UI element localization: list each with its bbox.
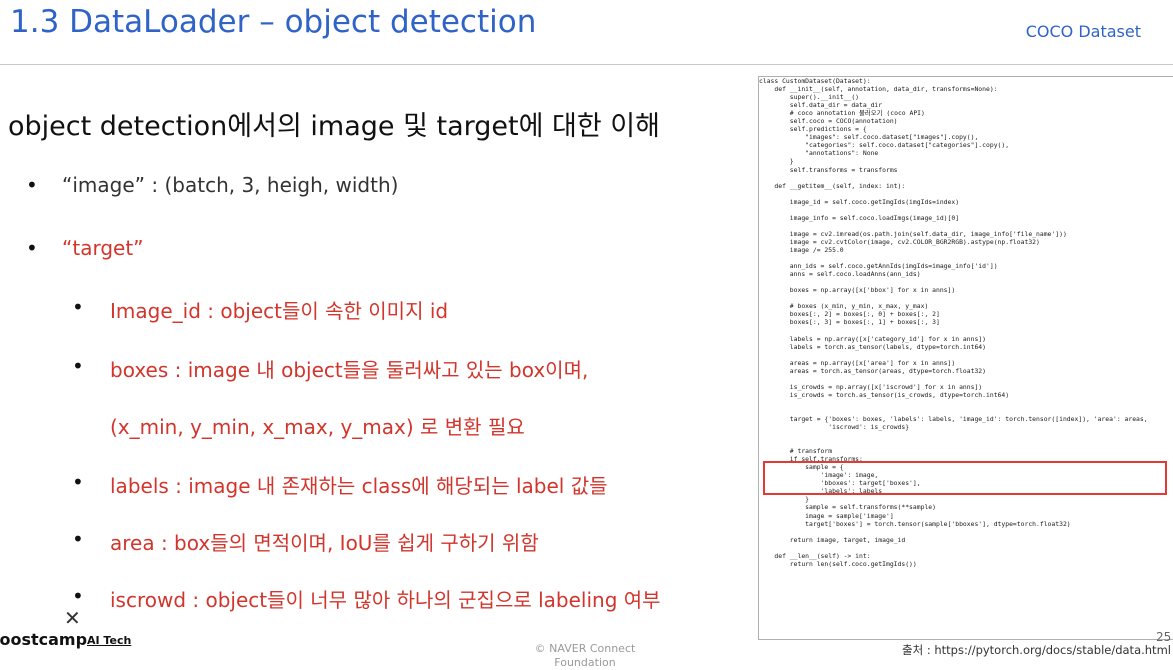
code-line: image_id = self.coco.getImgIds(imgIds=in… [759, 197, 960, 206]
section-heading: object detection에서의 image 및 target에 대한 이… [8, 111, 660, 142]
code-line: self.coco = COCO(annotation) [759, 117, 898, 126]
copyright-notice: © NAVER Connect Foundation [534, 642, 636, 669]
code-line: image = cv2.cvtColor(image, cv2.COLOR_BG… [759, 237, 1040, 246]
code-line: areas = torch.as_tensor(areas, dtype=tor… [759, 366, 987, 375]
code-line: return image, target, image_id [759, 535, 906, 544]
code-line: self.data_dir = data_dir [759, 101, 883, 110]
bullet-area: • area : box들의 면적이며, IoU를 쉽게 구하기 위함 [72, 527, 539, 556]
target-highlight-box [763, 461, 1167, 495]
bullet-dot: • [26, 173, 38, 197]
code-line: return len(self.coco.getImgIds()) [759, 559, 917, 568]
boostcamp-logo: boostcamp [0, 630, 88, 649]
page-number: 25 [1156, 630, 1172, 644]
code-line: target['boxes'] = torch.tensor(sample['b… [759, 519, 1071, 528]
code-line: is_crowds = torch.as_tensor(is_crowds, d… [759, 390, 1010, 399]
code-line: 'iscrowd': is_crowds} [759, 423, 910, 432]
bullet-image-id-text: Image_id : object들이 속한 이미지 id [110, 299, 449, 323]
code-line: # boxes (x_min, y_min, x_max, y_max) [759, 302, 929, 311]
bullet-dot: • [26, 236, 38, 260]
code-line: anns = self.coco.loadAnns(ann_ids) [759, 270, 921, 279]
code-line: image /= 255.0 [759, 245, 844, 254]
header-divider [0, 64, 1173, 65]
close-icon: ✕ [64, 606, 81, 630]
bullet-iscrowd: • iscrowd : object들이 너무 많아 하나의 군집으로 labe… [72, 584, 661, 613]
code-line: self.predictions = { [759, 125, 867, 134]
dataset-tag: COCO Dataset [1025, 22, 1141, 41]
bullet-image-text: “image” : (batch, 3, heigh, width) [62, 173, 399, 197]
code-line: labels = np.array([x['category_id'] for … [759, 334, 987, 343]
ai-tech-logo: AI Tech [87, 634, 132, 647]
bullet-dot: • [72, 584, 84, 608]
code-line: def __len__(self) -> int: [759, 551, 871, 560]
code-line: boxes = np.array([x['bbox'] for x in ann… [759, 286, 956, 295]
code-line: self.transforms = transforms [759, 165, 898, 174]
code-line: boxes[:, 2] = boxes[:, 0] + boxes[:, 2] [759, 310, 940, 319]
code-line: image = cv2.imread(os.path.join(self.dat… [759, 229, 1067, 238]
bullet-iscrowd-text: iscrowd : object들이 너무 많아 하나의 군집으로 labeli… [110, 588, 661, 612]
code-line: target = {'boxes': boxes, 'labels': labe… [759, 414, 1148, 423]
code-line: } [759, 157, 794, 166]
code-line: class CustomDataset(Dataset): [759, 77, 871, 85]
bullet-target: • “target” [26, 236, 144, 260]
code-line: "annotations": None [759, 149, 879, 158]
bullet-dot: • [72, 295, 84, 319]
code-line: labels = torch.as_tensor(labels, dtype=t… [759, 342, 987, 351]
bullet-target-text: “target” [62, 236, 144, 260]
bullet-area-text: area : box들의 면적이며, IoU를 쉽게 구하기 위함 [110, 531, 539, 555]
code-line: # coco annotation 불러오기 (coco API) [759, 109, 925, 118]
code-line: def __getitem__(self, index: int): [759, 181, 906, 190]
bullet-labels: • labels : image 내 존재하는 class에 해당되는 labe… [72, 470, 608, 499]
code-line: } [759, 495, 810, 504]
code-line: # transform [759, 447, 833, 456]
code-line: def __init__(self, annotation, data_dir,… [759, 85, 998, 94]
code-screenshot: class CustomDataset(Dataset): def __init… [758, 76, 1173, 640]
code-line: "images": self.coco.dataset["images"].co… [759, 133, 979, 142]
bullet-boxes: • boxes : image 내 object들을 둘러싸고 있는 box이며… [72, 354, 589, 383]
bullet-labels-text: labels : image 내 존재하는 class에 해당되는 label … [110, 474, 608, 498]
code-line: "categories": self.coco.dataset["categor… [759, 141, 1010, 150]
code-line: super().__init__() [759, 93, 860, 102]
bullet-image-id: • Image_id : object들이 속한 이미지 id [72, 295, 449, 324]
bullet-boxes-text: boxes : image 내 object들을 둘러싸고 있는 box이며, [110, 358, 589, 382]
code-line: is_crowds = np.array([x['iscrowd'] for x… [759, 382, 983, 391]
code-line: ann_ids = self.coco.getAnnIds(imgIds=ima… [759, 262, 998, 271]
bullet-dot: • [72, 470, 84, 494]
code-line: image = sample['image'] [759, 511, 894, 520]
bullet-image: • “image” : (batch, 3, heigh, width) [26, 173, 399, 197]
bullet-dot: • [72, 354, 84, 378]
code-line: boxes[:, 3] = boxes[:, 1] + boxes[:, 3] [759, 318, 940, 327]
bullet-boxes-continuation: (x_min, y_min, x_max, y_max) 로 변환 필요 [110, 415, 525, 439]
slide-title: 1.3 DataLoader – object detection [10, 4, 537, 40]
bullet-dot: • [72, 527, 84, 551]
source-citation: 출처 : https://pytorch.org/docs/stable/dat… [902, 643, 1171, 657]
code-line: image_info = self.coco.loadImgs(image_id… [759, 213, 960, 222]
code-line: sample = self.transforms(**sample) [759, 503, 936, 512]
code-line: areas = np.array([x['area'] for x in ann… [759, 358, 956, 367]
